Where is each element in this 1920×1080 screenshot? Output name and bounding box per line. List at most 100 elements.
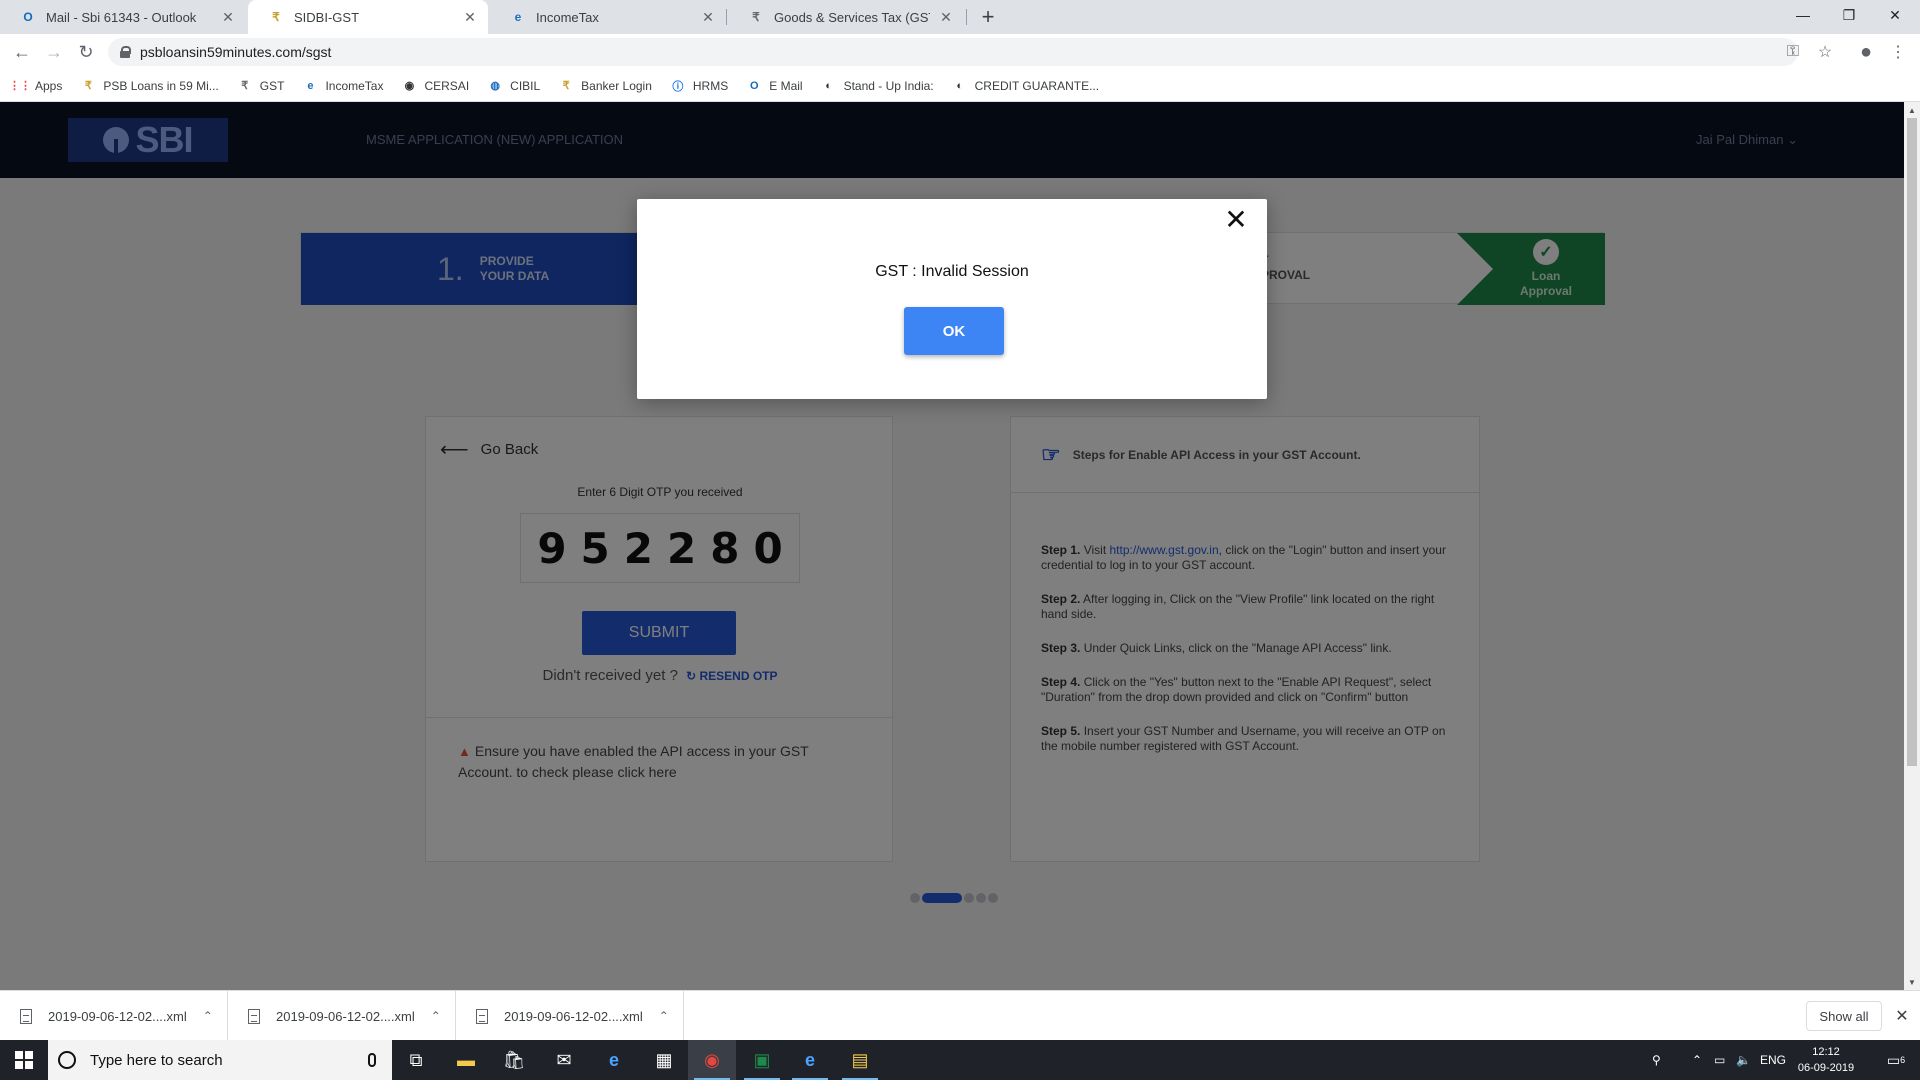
tab-incometax[interactable]: e IncomeTax ✕ — [490, 0, 726, 34]
menu-kebab-icon[interactable]: ⋮ — [1884, 38, 1912, 66]
bookmark-credit-guarantee[interactable]: ◐ CREDIT GUARANTE... — [952, 78, 1099, 94]
microphone-icon[interactable] — [368, 1053, 376, 1067]
bookmark-cersai[interactable]: ◉ CERSAI — [401, 78, 470, 94]
people-icon[interactable]: ⚲ — [1652, 1040, 1661, 1080]
download-item[interactable]: 2019-09-06-12-02....xml ⌃ — [228, 991, 456, 1041]
archive-icon[interactable]: ▤ — [836, 1040, 884, 1080]
calculator-icon[interactable]: ▦ — [640, 1040, 688, 1080]
mail-icon[interactable]: ✉ — [540, 1040, 588, 1080]
close-icon[interactable]: ✕ — [938, 9, 954, 25]
close-icon[interactable]: ✕ — [1223, 206, 1249, 234]
bookmark-label: CIBIL — [510, 78, 541, 93]
bookmark-banker-login[interactable]: ₹ Banker Login — [558, 78, 652, 94]
bookmark-label: E Mail — [769, 78, 803, 93]
search-placeholder: Type here to search — [90, 1051, 223, 1069]
reload-icon[interactable]: ↻ — [72, 38, 100, 66]
download-item[interactable]: 2019-09-06-12-02....xml ⌃ — [456, 991, 684, 1041]
bookmark-standup-india[interactable]: ◐ Stand - Up India: — [821, 78, 934, 94]
close-icon[interactable]: ✕ — [1892, 1006, 1912, 1026]
page-scrollbar[interactable]: ▲ ▼ — [1904, 102, 1920, 990]
bookmark-label: CREDIT GUARANTE... — [974, 78, 1100, 93]
chevron-up-icon[interactable]: ⌃ — [431, 1009, 441, 1023]
tab-outlook[interactable]: O Mail - Sbi 61343 - Outlook ✕ — [0, 0, 246, 34]
tab-title: SIDBI-GST — [294, 9, 360, 25]
address-bar[interactable]: psbloansin59minutes.com/sgst — [108, 38, 1798, 66]
hrms-icon: ⓘ — [672, 80, 684, 93]
cortana-icon — [58, 1051, 76, 1069]
ie-icon[interactable]: e — [786, 1040, 834, 1080]
tab-separator — [966, 9, 967, 25]
tab-separator — [726, 9, 727, 25]
file-icon — [248, 1008, 260, 1024]
bookmark-label: GST — [259, 78, 285, 93]
bookmarks-bar: ⋮⋮ Apps ₹ PSB Loans in 59 Mi... ₹ GST e Inco… — [0, 70, 1920, 102]
file-icon — [20, 1008, 32, 1024]
url-text: psbloansin59minutes.com/sgst — [140, 44, 332, 60]
invalid-session-dialog: ✕ GST : Invalid Session OK — [637, 199, 1267, 399]
scrollbar-thumb[interactable] — [1907, 118, 1917, 766]
language-indicator[interactable]: ENG — [1760, 1040, 1786, 1080]
star-icon[interactable]: ☆ — [1811, 38, 1839, 66]
windows-logo-icon — [15, 1051, 33, 1069]
bookmark-psb-loans[interactable]: ₹ PSB Loans in 59 Mi... — [80, 78, 219, 94]
close-icon[interactable]: ✕ — [462, 9, 478, 25]
restore-icon[interactable]: ❐ — [1826, 0, 1872, 30]
bookmark-gst[interactable]: ₹ GST — [237, 78, 285, 94]
back-arrow-icon[interactable]: ← — [8, 38, 36, 66]
bookmark-label: HRMS — [692, 78, 729, 93]
chevron-up-icon[interactable]: ⌃ — [203, 1009, 213, 1023]
bookmark-incometax[interactable]: e IncomeTax — [302, 78, 383, 94]
chrome-icon[interactable]: ◉ — [688, 1040, 736, 1080]
notification-count: 6 — [1900, 1055, 1906, 1065]
bookmark-label: Apps — [35, 78, 63, 93]
volume-icon[interactable]: 🔈 — [1736, 1040, 1751, 1080]
scroll-up-icon[interactable]: ▲ — [1904, 102, 1920, 118]
taskbar-search[interactable]: Type here to search — [48, 1040, 392, 1080]
chevron-up-icon[interactable]: ⌃ — [659, 1009, 669, 1023]
close-icon[interactable]: ✕ — [700, 9, 716, 25]
ok-button[interactable]: OK — [904, 307, 1004, 355]
psb-icon: ₹ — [84, 80, 92, 92]
key-icon[interactable]: ⚿ — [1779, 38, 1807, 66]
tab-sidbi-gst[interactable]: ₹ SIDBI-GST ✕ — [248, 0, 488, 34]
start-button[interactable] — [0, 1040, 48, 1080]
page-viewport: SBI MSME APPLICATION (NEW) APPLICATION J… — [0, 102, 1904, 990]
scroll-down-icon[interactable]: ▼ — [1904, 974, 1920, 990]
bookmark-email[interactable]: O E Mail — [746, 78, 803, 94]
cersai-icon: ◉ — [404, 80, 415, 92]
bookmark-hrms[interactable]: ⓘ HRMS — [670, 78, 728, 94]
close-icon[interactable]: ✕ — [220, 9, 236, 25]
store-icon[interactable]: 🛍 — [490, 1040, 538, 1080]
tab-gst-portal[interactable]: ₹ Goods & Services Tax (GST) | User ✕ — [728, 0, 964, 34]
cibil-icon: ◍ — [490, 80, 500, 92]
file-explorer-icon[interactable]: ▬ — [442, 1040, 490, 1080]
minimize-icon[interactable]: — — [1780, 0, 1826, 30]
task-view-icon[interactable]: ⧉ — [392, 1040, 440, 1080]
excel-icon[interactable]: ▣ — [738, 1040, 786, 1080]
tab-title: IncomeTax — [536, 9, 599, 25]
file-icon — [476, 1008, 488, 1024]
ie-icon: e — [307, 79, 314, 92]
windows-taskbar: Type here to search ⧉ ▬ 🛍 ✉ e ▦ ◉ ▣ e ▤ … — [0, 1040, 1920, 1080]
network-icon[interactable]: ▭ — [1714, 1040, 1725, 1080]
show-all-downloads-button[interactable]: Show all — [1806, 1001, 1882, 1031]
globe-icon: ◐ — [956, 79, 963, 92]
forward-arrow-icon[interactable]: → — [40, 38, 68, 66]
tab-title: Goods & Services Tax (GST) | User — [774, 9, 930, 25]
browser-toolbar: ← → ↻ psbloansin59minutes.com/sgst ⚿ ☆ ●… — [0, 34, 1920, 70]
action-center-icon[interactable]: ▭ 6 — [1876, 1040, 1916, 1080]
tab-strip: O Mail - Sbi 61343 - Outlook ✕ ₹ SIDBI-G… — [0, 0, 1920, 34]
profile-avatar-icon[interactable]: ● — [1852, 38, 1880, 66]
chevron-up-icon[interactable]: ⌃ — [1692, 1040, 1702, 1080]
download-filename: 2019-09-06-12-02....xml — [276, 1008, 415, 1024]
bookmark-label: Stand - Up India: — [843, 78, 934, 93]
ie-icon[interactable]: e — [590, 1040, 638, 1080]
bookmark-cibil[interactable]: ◍ CIBIL — [487, 78, 540, 94]
download-item[interactable]: 2019-09-06-12-02....xml ⌃ — [0, 991, 228, 1041]
download-bar: 2019-09-06-12-02....xml ⌃ 2019-09-06-12-… — [0, 990, 1920, 1041]
bookmark-apps[interactable]: ⋮⋮ Apps — [9, 78, 63, 94]
new-tab-button[interactable]: + — [976, 4, 1000, 29]
window-close-icon[interactable]: ✕ — [1872, 0, 1918, 30]
clock[interactable]: 12:12 06-09-2019 — [1786, 1044, 1866, 1076]
gst-icon: ₹ — [272, 10, 280, 24]
